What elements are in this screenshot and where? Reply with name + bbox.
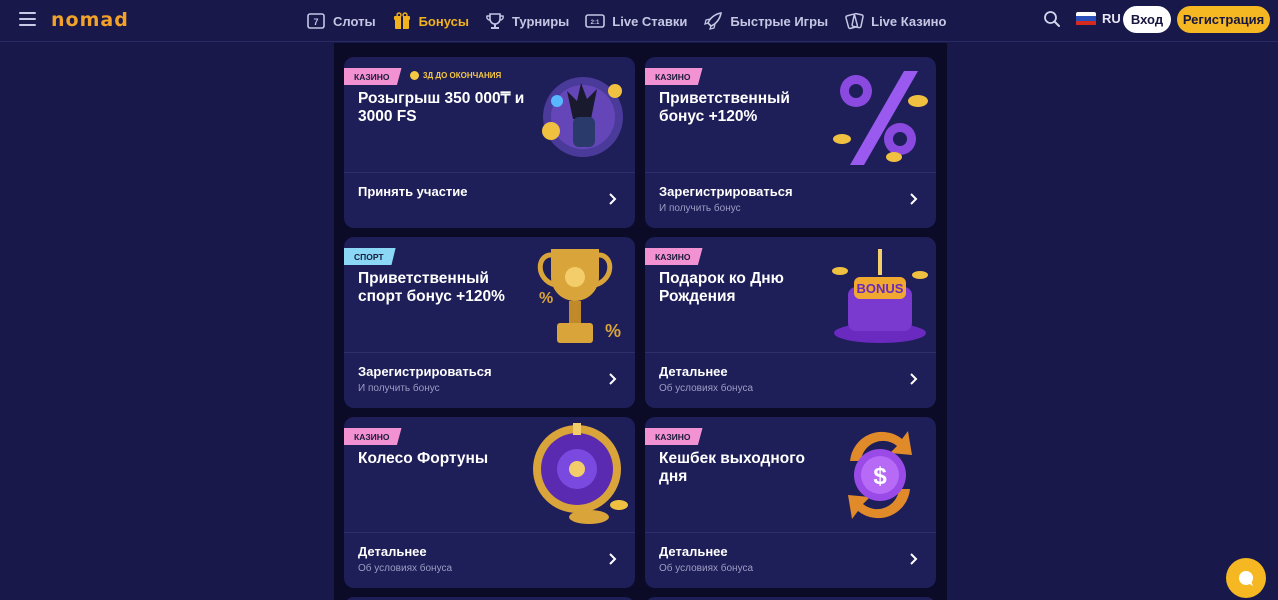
- card-tag: СПОРТ: [344, 248, 396, 265]
- timer-label: 3Д ДО ОКОНЧАНИЯ: [423, 71, 502, 80]
- russia-flag-icon: [1076, 11, 1096, 26]
- main-nav: 7 Слоты Бонусы Турниры 2:1 Live Ставки Б…: [306, 0, 962, 42]
- cards-icon: [844, 12, 864, 30]
- card-title: Приветственный спорт бонус +120%: [358, 270, 505, 305]
- card-timer: 3Д ДО ОКОНЧАНИЯ: [410, 71, 501, 80]
- nav-item-slots[interactable]: 7 Слоты: [306, 0, 376, 42]
- card-tag: КАЗИНО: [645, 68, 703, 85]
- chevron-right-icon[interactable]: [608, 373, 617, 385]
- chevron-right-icon[interactable]: [909, 553, 918, 565]
- search-icon[interactable]: [1043, 10, 1061, 28]
- nav-item-live-bets[interactable]: 2:1 Live Ставки: [585, 0, 687, 42]
- birthday-cake-illustration: BONUS: [828, 241, 932, 349]
- chat-support-button[interactable]: [1226, 558, 1266, 598]
- card-subtitle: Об условиях бонуса: [659, 383, 754, 394]
- card-action-label[interactable]: Детальнее: [659, 544, 728, 559]
- card-action-label[interactable]: Детальнее: [659, 364, 728, 379]
- register-button[interactable]: Регистрация: [1177, 6, 1270, 33]
- bonus-card[interactable]: КАЗИНО 3Д ДО ОКОНЧАНИЯ Розыгрыш 350 000₸…: [344, 57, 635, 228]
- bonus-card[interactable]: КАЗИНО Приветственный бонус +120% Зареги…: [645, 57, 936, 228]
- card-subtitle: Об условиях бонуса: [659, 563, 754, 574]
- card-title: Приветственный бонус +120%: [659, 90, 790, 125]
- trophy-cup-illustration: % %: [527, 241, 631, 349]
- card-title: Розыгрыш 350 000₸ и 3000 FS: [358, 90, 525, 125]
- chevron-right-icon[interactable]: [608, 553, 617, 565]
- card-subtitle: И получить бонус: [659, 203, 741, 214]
- card-tag: КАЗИНО: [344, 68, 402, 85]
- bonus-card[interactable]: КАЗИНО Подарок ко Дню Рождения BONUS Дет…: [645, 237, 936, 408]
- card-divider: [344, 532, 635, 533]
- trophy-icon: [485, 12, 505, 30]
- svg-text:%: %: [605, 321, 621, 341]
- card-tag: КАЗИНО: [344, 428, 402, 445]
- nav-label: Бонусы: [418, 13, 469, 29]
- svg-text:7: 7: [313, 17, 318, 27]
- nav-item-bonuses[interactable]: Бонусы: [392, 0, 469, 42]
- menu-icon[interactable]: [19, 12, 36, 26]
- logo[interactable]: nomad: [51, 9, 129, 31]
- nav-label: Быстрые Игры: [730, 13, 829, 29]
- login-button[interactable]: Вход: [1123, 6, 1171, 33]
- chevron-right-icon[interactable]: [909, 373, 918, 385]
- nav-item-fast-games[interactable]: Быстрые Игры: [703, 0, 828, 42]
- percent-illustration: [828, 61, 932, 169]
- card-title: Подарок ко Дню Рождения: [659, 270, 784, 305]
- bonus-card[interactable]: КАЗИНО Кешбек выходного дня $ Детальнее …: [645, 417, 936, 588]
- card-subtitle: Об условиях бонуса: [358, 563, 453, 574]
- fortune-wheel-illustration: [527, 421, 631, 529]
- slots-icon: 7: [306, 12, 326, 30]
- bonus-card[interactable]: СПОРТ Приветственный спорт бонус +120% %…: [344, 237, 635, 408]
- nav-label: Live Казино: [871, 13, 947, 29]
- card-action-label[interactable]: Зарегистрироваться: [358, 364, 492, 379]
- nav-item-live-casino[interactable]: Live Казино: [844, 0, 946, 42]
- card-action-label[interactable]: Детальнее: [358, 544, 427, 559]
- card-action-label[interactable]: Зарегистрироваться: [659, 184, 793, 199]
- gift-icon: [392, 12, 412, 30]
- bonus-grid: КАЗИНО 3Д ДО ОКОНЧАНИЯ Розыгрыш 350 000₸…: [334, 43, 947, 600]
- card-title: Кешбек выходного дня: [659, 450, 805, 485]
- svg-text:2:1: 2:1: [591, 20, 600, 26]
- card-tag: КАЗИНО: [645, 428, 703, 445]
- top-header: nomad 7 Слоты Бонусы Турниры 2:1 Live Ст…: [0, 0, 1278, 42]
- card-divider: [344, 172, 635, 173]
- chevron-right-icon[interactable]: [909, 193, 918, 205]
- card-subtitle: И получить бонус: [358, 383, 440, 394]
- language-selector[interactable]: RU: [1076, 11, 1121, 26]
- card-divider: [344, 352, 635, 353]
- chat-bubble-icon: [1239, 571, 1253, 586]
- card-title: Колесо Фортуны: [358, 450, 489, 467]
- anubis-illustration: [527, 61, 631, 169]
- svg-text:%: %: [539, 290, 553, 307]
- card-divider: [645, 172, 936, 173]
- nav-label: Турниры: [511, 13, 570, 29]
- svg-text:$: $: [873, 463, 887, 490]
- card-divider: [645, 352, 936, 353]
- svg-text:BONUS: BONUS: [857, 281, 904, 296]
- nav-item-tournaments[interactable]: Турниры: [485, 0, 569, 42]
- language-label: RU: [1102, 11, 1121, 26]
- card-tag: КАЗИНО: [645, 248, 703, 265]
- bonus-card[interactable]: КАЗИНО Колесо Фортуны Детальнее Об услов…: [344, 417, 635, 588]
- clock-icon: [410, 71, 419, 80]
- scoreboard-icon: 2:1: [585, 12, 606, 30]
- card-action-label[interactable]: Принять участие: [358, 184, 468, 199]
- chevron-right-icon[interactable]: [608, 193, 617, 205]
- nav-label: Слоты: [333, 13, 376, 29]
- cashback-coin-illustration: $: [828, 421, 932, 529]
- card-divider: [645, 532, 936, 533]
- nav-label: Live Ставки: [612, 13, 688, 29]
- rocket-icon: [703, 12, 723, 30]
